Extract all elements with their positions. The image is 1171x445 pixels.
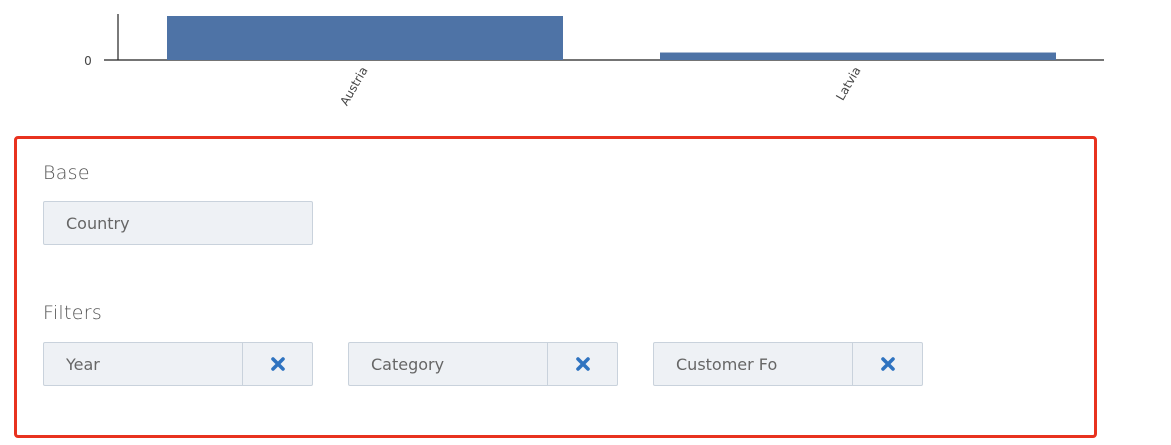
remove-filter-category-button[interactable] [547, 343, 617, 385]
remove-filter-customer-button[interactable] [852, 343, 922, 385]
filter-chip-year[interactable]: Year [43, 342, 313, 386]
y-tick-label-0: 0 [84, 54, 92, 68]
x-tick-labels: Austria Latvia [337, 64, 863, 108]
base-field-chip[interactable]: Country [43, 201, 313, 245]
filter-chip-label: Year [66, 354, 100, 374]
bar-latvia [660, 52, 1056, 60]
report-view: 0 Austria Latvia Base Country Filters Yea… [0, 0, 1171, 445]
close-icon [880, 357, 895, 371]
filter-chip-customer[interactable]: Customer Fo [653, 342, 923, 386]
filter-chip-label: Customer Fo [676, 354, 778, 374]
filter-chip-label: Category [371, 354, 445, 374]
bar-austria [167, 16, 563, 60]
bars-group [167, 16, 1056, 60]
remove-filter-year-button[interactable] [242, 343, 312, 385]
close-icon [270, 357, 285, 371]
x-tick-label-austria: Austria [337, 64, 370, 108]
x-tick-label-latvia: Latvia [833, 64, 863, 103]
base-field-label: Country [66, 213, 130, 233]
pivot-config-panel: Base Country Filters Year Category Custo… [14, 136, 1097, 438]
filter-chip-category[interactable]: Category [348, 342, 618, 386]
base-section-label: Base [43, 162, 90, 184]
filters-section-label: Filters [43, 302, 103, 324]
close-icon [575, 357, 590, 371]
bar-chart: 0 Austria Latvia [84, 14, 1104, 108]
